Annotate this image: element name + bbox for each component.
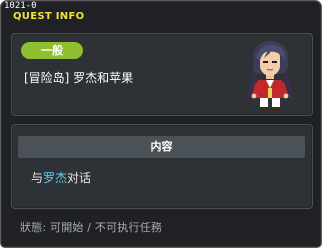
- quest-content-panel: 内容 与罗杰对话: [11, 124, 313, 209]
- content-section-header: 内容: [18, 136, 305, 158]
- quest-name: [冒险岛] 罗杰和苹果: [24, 71, 134, 85]
- quest-detail-line: 与罗杰对话: [31, 170, 91, 186]
- detail-suffix: 对话: [67, 171, 92, 185]
- npc-portrait-icon: [246, 40, 294, 111]
- quest-category-badge: 一般: [21, 42, 83, 59]
- window-title: QUEST INFO: [13, 11, 85, 22]
- quest-status: 狀態: 可開始 / 不可执行任務: [20, 221, 163, 234]
- detail-prefix: 与: [31, 171, 44, 185]
- npc-name-link[interactable]: 罗杰: [43, 171, 67, 185]
- quest-info-window: 1021-0 QUEST INFO 一般 [冒险岛] 罗杰和苹果 内容 与罗杰对…: [0, 0, 322, 248]
- quest-summary-panel: 一般 [冒险岛] 罗杰和苹果: [11, 33, 313, 116]
